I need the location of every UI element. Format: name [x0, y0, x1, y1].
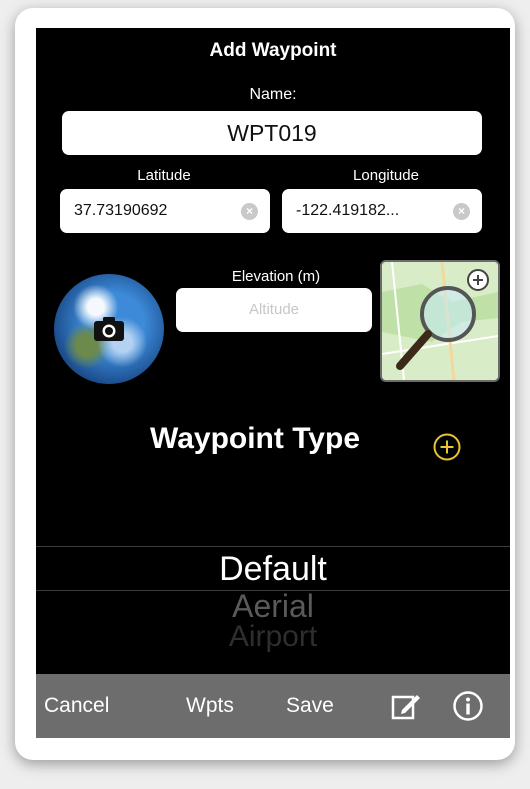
clear-icon[interactable]: ×	[241, 203, 258, 220]
clear-icon[interactable]: ×	[453, 203, 470, 220]
longitude-value: -122.419182...	[296, 202, 400, 219]
waypoints-button[interactable]: Wpts	[186, 674, 234, 738]
elevation-field[interactable]: Altitude	[176, 288, 372, 332]
map-picker-button[interactable]	[380, 260, 500, 382]
plus-circle-icon[interactable]	[432, 432, 462, 462]
page-title: Add Waypoint	[209, 40, 337, 61]
edit-icon[interactable]	[390, 690, 422, 722]
name-field[interactable]: WPT019	[62, 111, 482, 155]
bottom-toolbar: Cancel Wpts Save	[36, 674, 510, 738]
picker-option-airport[interactable]: Airport	[36, 620, 510, 654]
latitude-value: 37.73190692	[74, 202, 168, 219]
save-button[interactable]: Save	[286, 674, 334, 738]
add-waypoint-screen: Add Waypoint Name: WPT019 Latitude Longi…	[36, 28, 510, 738]
name-label: Name:	[249, 86, 297, 103]
camera-icon	[94, 317, 124, 341]
latitude-field[interactable]: 37.73190692 ×	[60, 189, 270, 233]
info-icon[interactable]	[452, 690, 484, 722]
picker-option-default[interactable]: Default	[36, 550, 510, 589]
map-thumbnail	[382, 262, 498, 380]
longitude-field[interactable]: -122.419182... ×	[282, 189, 482, 233]
picker-divider	[36, 546, 510, 547]
cancel-button[interactable]: Cancel	[44, 674, 109, 738]
waypoint-type-label: Waypoint Type	[150, 422, 360, 455]
elevation-label: Elevation (m)	[231, 268, 321, 285]
latitude-label: Latitude	[137, 167, 191, 184]
longitude-label: Longitude	[353, 167, 419, 184]
